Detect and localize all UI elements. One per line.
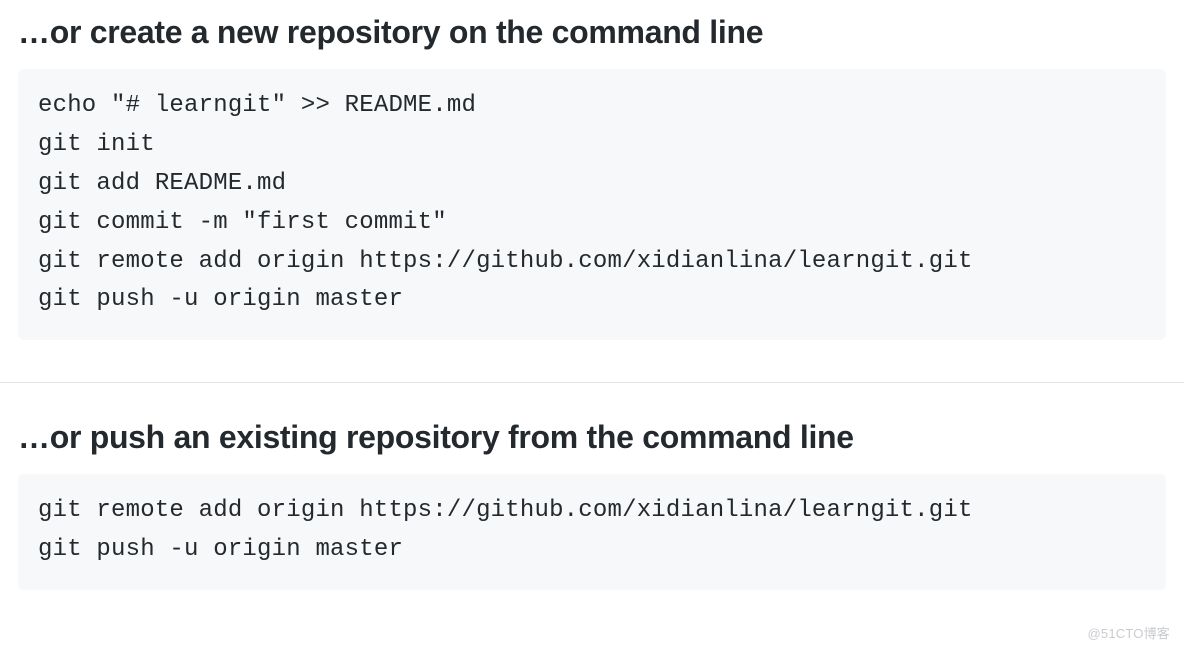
- create-repo-heading: …or create a new repository on the comma…: [18, 14, 1166, 51]
- watermark-text: @51CTO博客: [1088, 623, 1170, 642]
- create-repo-code-block[interactable]: echo "# learngit" >> README.md git init …: [18, 69, 1166, 340]
- create-repo-section: …or create a new repository on the comma…: [0, 14, 1184, 340]
- section-divider: [0, 382, 1184, 383]
- push-repo-heading: …or push an existing repository from the…: [18, 419, 1166, 456]
- push-repo-code-block[interactable]: git remote add origin https://github.com…: [18, 474, 1166, 590]
- push-repo-section: …or push an existing repository from the…: [0, 419, 1184, 590]
